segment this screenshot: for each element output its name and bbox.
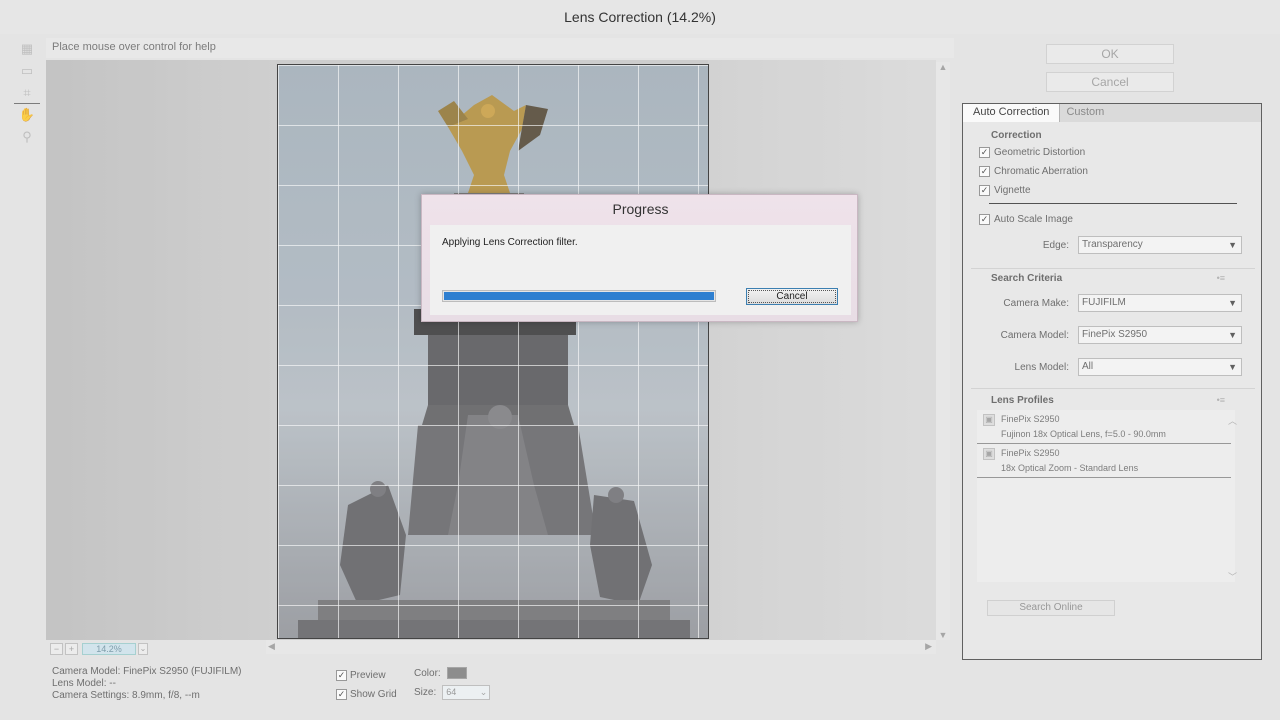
vertical-scrollbar[interactable]: ▲ ▼ — [936, 62, 950, 640]
size-label: Size: — [414, 687, 437, 698]
lens-profile-name: FinePix S2950 — [1001, 448, 1060, 458]
camera-make-value: FUJIFILM — [1082, 297, 1126, 308]
divider — [989, 203, 1237, 204]
preview-image[interactable] — [277, 64, 709, 639]
preview-checkbox[interactable]: ✓ — [336, 670, 347, 681]
scroll-right-icon[interactable]: ▶ — [925, 641, 932, 652]
cancel-button[interactable]: Cancel — [1046, 72, 1174, 92]
progress-dialog-title: Progress — [612, 201, 669, 217]
show-grid-label: Show Grid — [350, 689, 397, 700]
grid-size-select[interactable]: 64 ⌄ — [442, 685, 491, 700]
vignette-checkbox[interactable]: ✓ — [979, 185, 990, 196]
edge-value: Transparency — [1082, 239, 1143, 250]
color-label: Color: — [414, 667, 441, 679]
camera-model-value: FinePix S2950 — [1082, 329, 1148, 340]
camera-model-text: Camera Model: FinePix S2950 (FUJIFILM) — [52, 666, 242, 677]
lens-profile-item[interactable]: ▣ FinePix S2950 18x Optical Zoom - Stand… — [977, 444, 1231, 478]
progress-message: Applying Lens Correction filter. — [442, 237, 578, 248]
tool-panel: ▦ ▭ ⌗ ✋ ⚲ — [14, 38, 42, 148]
auto-scale-label: Auto Scale Image — [994, 214, 1073, 225]
list-scroll-up-icon[interactable]: ︿ — [1228, 414, 1237, 427]
show-grid-option[interactable]: ✓ Show Grid — [336, 685, 397, 704]
geometric-distortion-option[interactable]: ✓ Geometric Distortion — [979, 147, 1085, 158]
list-scroll-down-icon[interactable]: ﹀ — [1228, 570, 1237, 583]
straighten-tool-icon[interactable]: ▭ — [14, 60, 40, 82]
zoom-controls: − + 14.2% ⌄ — [50, 642, 148, 656]
panel-tabs: Auto Correction Custom — [963, 104, 1261, 122]
zoom-tool-icon[interactable]: ⚲ — [14, 126, 40, 148]
camera-make-label: Camera Make: — [1003, 298, 1069, 309]
geometric-distortion-label: Geometric Distortion — [994, 147, 1086, 158]
chromatic-aberration-checkbox[interactable]: ✓ — [979, 166, 990, 177]
move-grid-tool-icon[interactable]: ⌗ — [14, 82, 40, 104]
camera-make-select[interactable]: FUJIFILM ▼ — [1078, 294, 1242, 312]
grid-color-option: Color: — [414, 667, 467, 679]
chromatic-aberration-option[interactable]: ✓ Chromatic Aberration — [979, 166, 1088, 177]
chromatic-aberration-label: Chromatic Aberration — [994, 166, 1088, 177]
camera-icon: ▣ — [983, 448, 995, 460]
lens-profile-item[interactable]: ▣ FinePix S2950 Fujinon 18x Optical Lens… — [977, 410, 1231, 444]
grid-size-value: 64 — [446, 687, 457, 697]
settings-panel: Auto Correction Custom Correction ✓ Geom… — [962, 103, 1262, 660]
hand-tool-icon[interactable]: ✋ — [14, 104, 40, 126]
progress-bar — [442, 290, 716, 302]
scroll-down-icon[interactable]: ▼ — [936, 630, 950, 640]
lens-profile-list[interactable]: ▣ FinePix S2950 Fujinon 18x Optical Lens… — [977, 410, 1235, 582]
lens-profile-name: FinePix S2950 — [1001, 414, 1060, 424]
help-text: Place mouse over control for help — [46, 38, 954, 58]
panel-menu-icon[interactable]: •≡ — [1217, 395, 1225, 405]
lens-model-select[interactable]: All ▼ — [1078, 358, 1242, 376]
lens-model-value: All — [1082, 361, 1094, 372]
horizontal-scrollbar[interactable]: ◀ ▶ — [266, 640, 936, 654]
search-criteria-section-title: Search Criteria — [991, 273, 1063, 284]
panel-menu-icon[interactable]: •≡ — [1217, 273, 1225, 283]
camera-settings-text: Camera Settings: 8.9mm, f/8, --m — [52, 690, 200, 701]
search-online-button[interactable]: Search Online — [987, 600, 1115, 616]
camera-info: Camera Model: FinePix S2950 (FUJIFILM) L… — [52, 666, 242, 702]
auto-scale-option[interactable]: ✓ Auto Scale Image — [979, 214, 1073, 225]
remove-distortion-tool-icon[interactable]: ▦ — [14, 38, 40, 60]
vignette-option[interactable]: ✓ Vignette — [979, 185, 1031, 196]
grid-overlay — [278, 65, 708, 638]
camera-model-label: Camera Model: — [1000, 330, 1069, 341]
chevron-down-icon: ▼ — [1228, 298, 1237, 308]
progress-bar-fill — [444, 292, 714, 300]
chevron-down-icon: ▼ — [1228, 362, 1237, 372]
zoom-in-button[interactable]: + — [65, 643, 78, 655]
progress-dialog-body: Applying Lens Correction filter. Cancel — [430, 225, 851, 315]
zoom-dropdown-icon[interactable]: ⌄ — [138, 643, 148, 655]
zoom-level[interactable]: 14.2% — [82, 643, 136, 655]
progress-cancel-button[interactable]: Cancel — [746, 288, 838, 305]
auto-scale-checkbox[interactable]: ✓ — [979, 214, 990, 225]
correction-section-title: Correction — [991, 130, 1042, 141]
lens-profile-lens: Fujinon 18x Optical Lens, f=5.0 - 90.0mm — [1001, 429, 1166, 439]
grid-size-option: Size: 64 ⌄ — [414, 685, 491, 700]
lens-profile-lens: 18x Optical Zoom - Standard Lens — [1001, 463, 1139, 473]
camera-model-select[interactable]: FinePix S2950 ▼ — [1078, 326, 1242, 344]
scroll-up-icon[interactable]: ▲ — [936, 62, 950, 72]
lens-profiles-section-title: Lens Profiles — [991, 395, 1054, 406]
window-title: Lens Correction (14.2%) — [0, 0, 1280, 34]
lens-model-label: Lens Model: — [1014, 362, 1069, 373]
scroll-left-icon[interactable]: ◀ — [268, 641, 275, 652]
ok-button[interactable]: OK — [1046, 44, 1174, 64]
grid-color-swatch[interactable] — [446, 667, 467, 679]
tab-custom[interactable]: Custom — [1060, 104, 1114, 122]
vignette-label: Vignette — [994, 185, 1031, 196]
preview-option[interactable]: ✓ Preview — [336, 666, 397, 685]
edge-label: Edge: — [1042, 240, 1069, 251]
camera-icon: ▣ — [983, 414, 995, 426]
view-options: ✓ Preview ✓ Show Grid — [336, 666, 397, 704]
chevron-down-icon: ▼ — [1228, 330, 1237, 340]
edge-select[interactable]: Transparency ▼ — [1078, 236, 1242, 254]
zoom-out-button[interactable]: − — [50, 643, 63, 655]
geometric-distortion-checkbox[interactable]: ✓ — [979, 147, 990, 158]
chevron-down-icon: ⌄ — [479, 687, 488, 697]
progress-dialog: Progress Applying Lens Correction filter… — [421, 194, 858, 322]
tab-auto-correction[interactable]: Auto Correction — [963, 104, 1061, 122]
chevron-down-icon: ▼ — [1228, 240, 1237, 250]
lens-model-text: Lens Model: -- — [52, 678, 116, 689]
preview-label: Preview — [350, 670, 386, 681]
show-grid-checkbox[interactable]: ✓ — [336, 689, 347, 700]
